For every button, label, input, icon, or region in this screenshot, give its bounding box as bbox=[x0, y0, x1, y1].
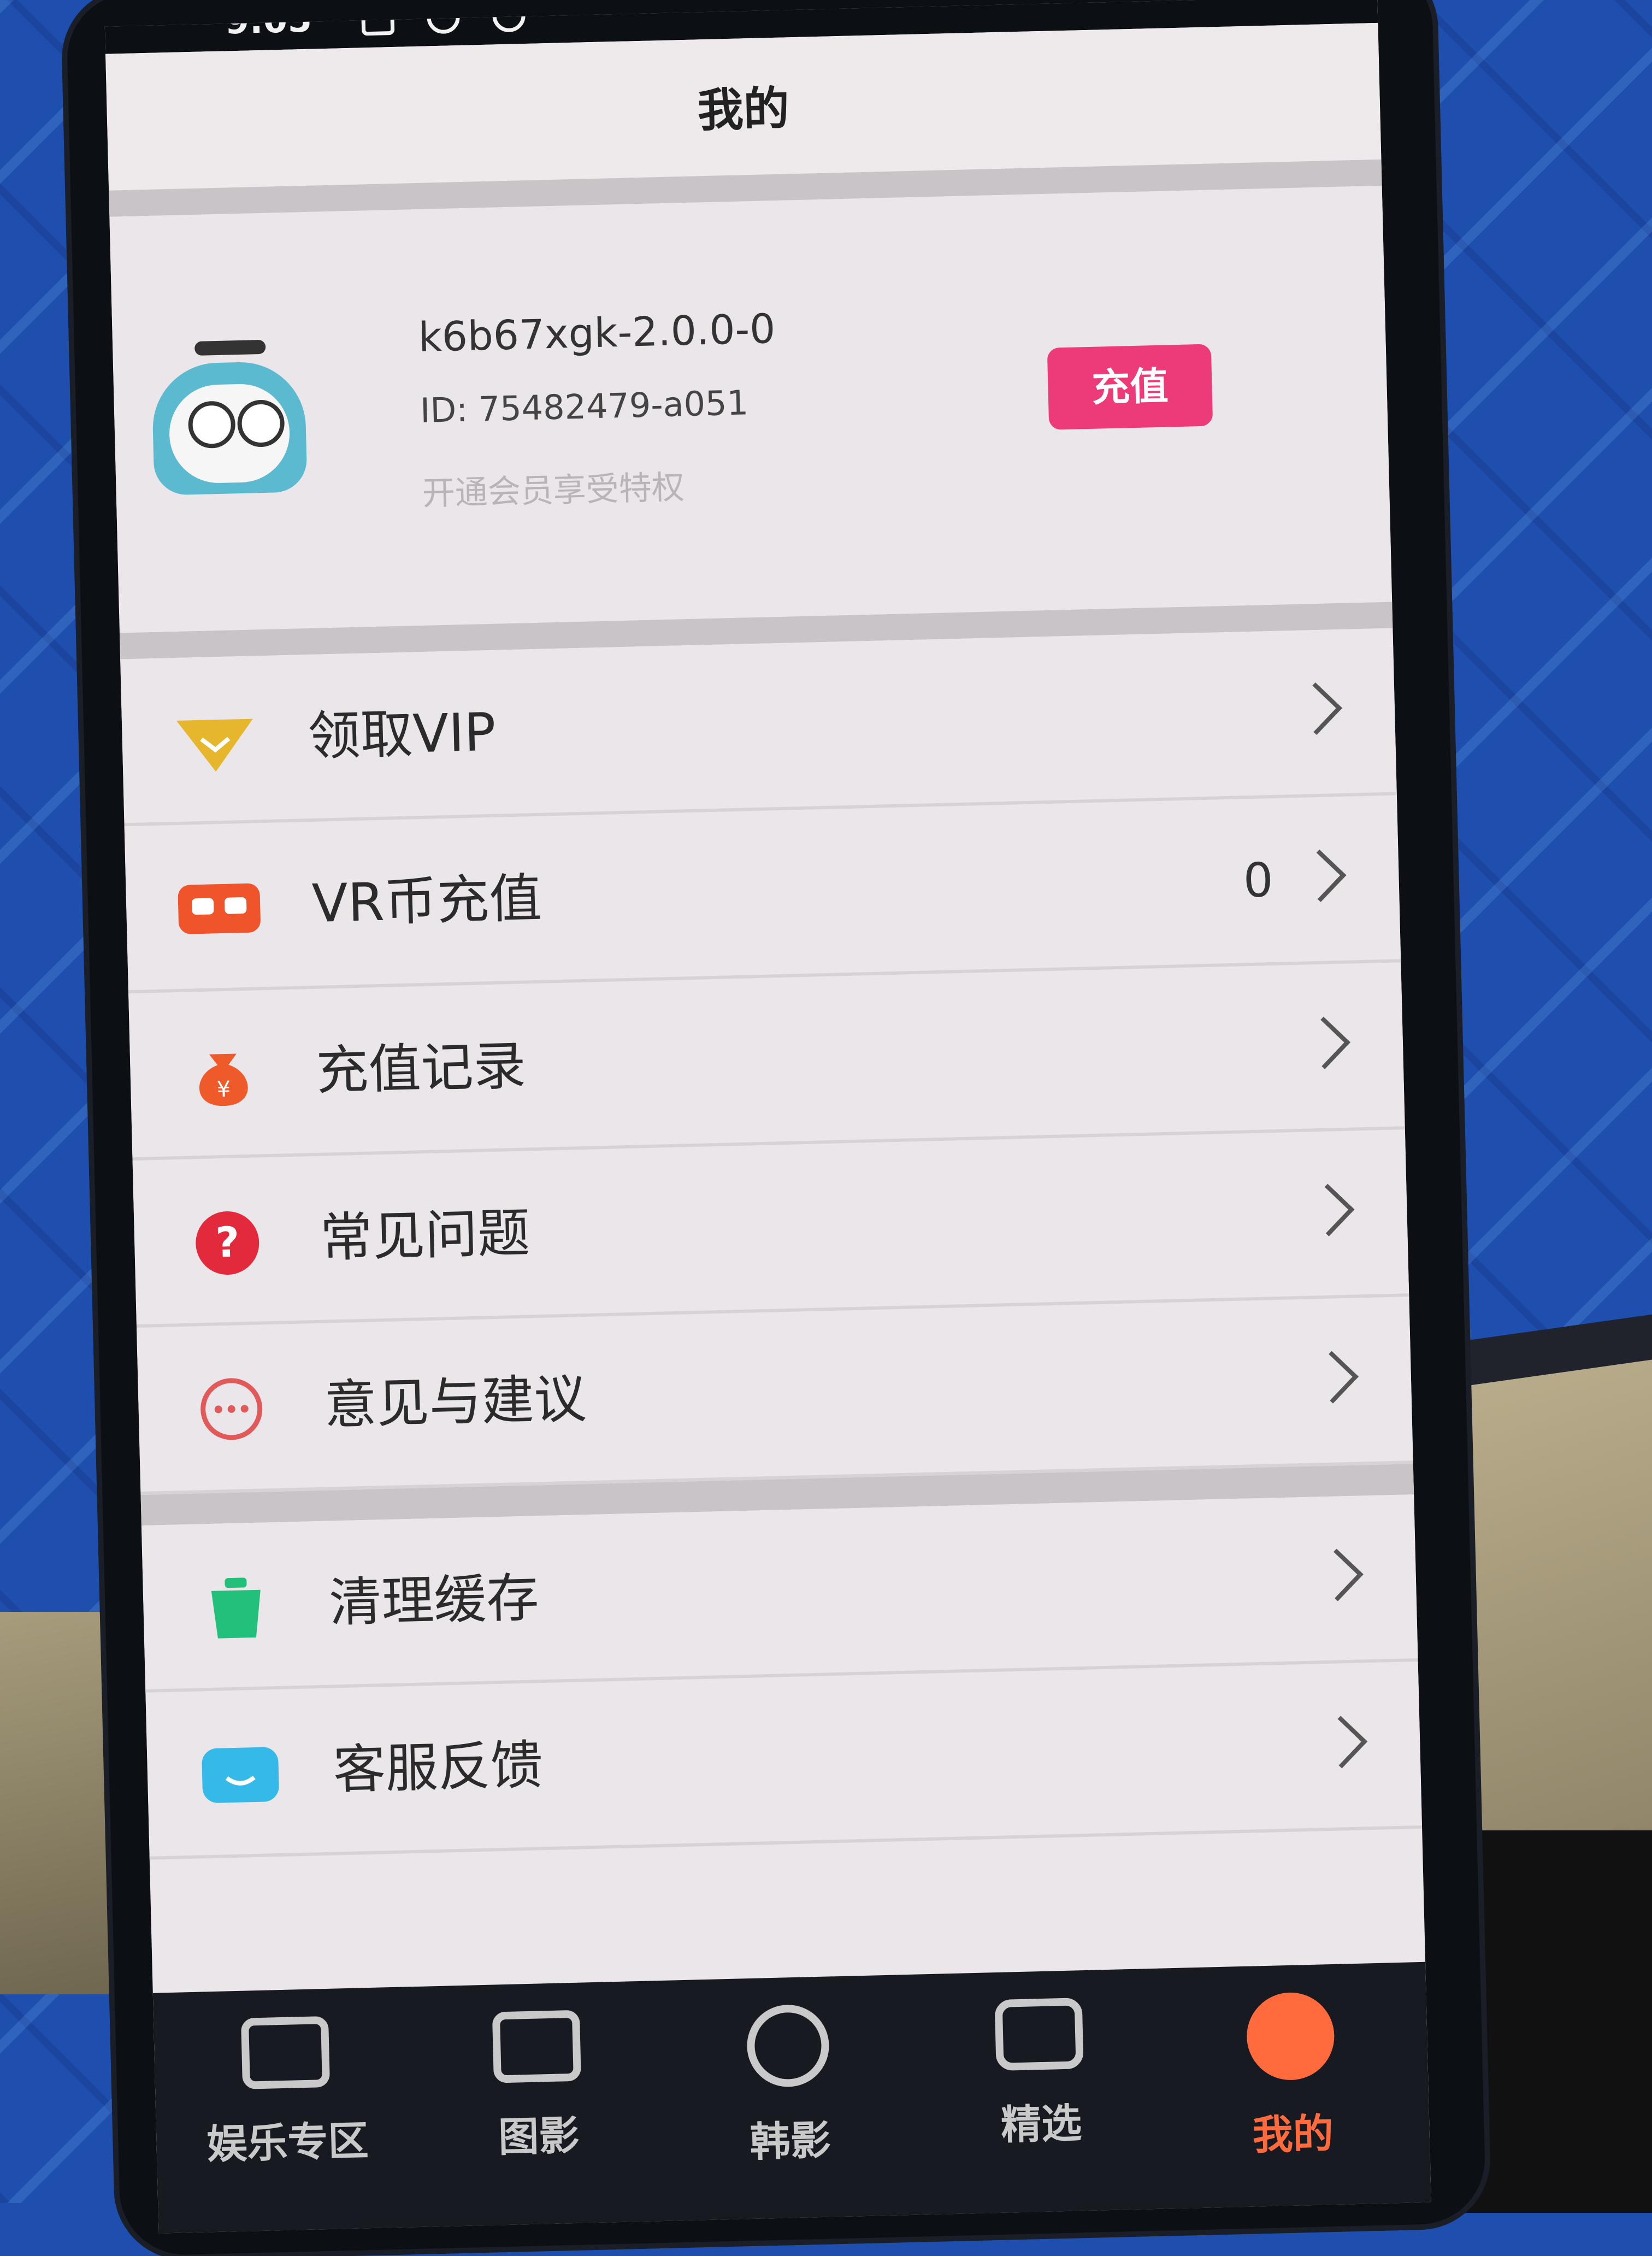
svg-text:?: ? bbox=[215, 1217, 240, 1267]
menu-item-faq[interactable]: ? 常见问题 bbox=[132, 1129, 1409, 1328]
vr-coin-balance: 0 bbox=[1242, 853, 1274, 909]
film-reel-icon bbox=[746, 2004, 830, 2088]
menu-item-label: 意见与建议 bbox=[323, 1368, 587, 1436]
chevron-right-icon bbox=[1294, 849, 1347, 902]
user-profile-icon bbox=[1246, 1991, 1336, 2081]
user-id: ID: 75482479-a051 bbox=[420, 382, 749, 431]
tab-label: 娱乐专区 bbox=[206, 2117, 369, 2169]
menu-item-feedback[interactable]: 意见与建议 bbox=[137, 1297, 1413, 1495]
avatar[interactable] bbox=[134, 338, 324, 506]
app-status-icon bbox=[492, 0, 526, 33]
svg-text:¥: ¥ bbox=[216, 1077, 231, 1103]
diamond-icon bbox=[176, 718, 253, 772]
vr-glasses-icon bbox=[178, 883, 261, 934]
tab-label: 我的 bbox=[1252, 2110, 1334, 2159]
tab-label: 图影 bbox=[498, 2112, 580, 2161]
image-status-icon bbox=[361, 2, 395, 36]
menu-item-label: 常见问题 bbox=[319, 1202, 531, 1269]
trash-bin-icon bbox=[211, 1577, 261, 1639]
bottom-tab-bar: 娱乐专区 图影 韩影 精选 我的 bbox=[152, 1962, 1431, 2234]
menu-item-vr-coin-recharge[interactable]: VR币充值 0 bbox=[124, 795, 1401, 994]
tab-label: 韩影 bbox=[749, 2117, 831, 2166]
tab-mine[interactable]: 我的 bbox=[1180, 1990, 1402, 2163]
page-title: 我的 bbox=[697, 81, 790, 138]
status-time: 9:05 bbox=[224, 0, 312, 43]
chevron-right-icon bbox=[1311, 1548, 1364, 1601]
menu-item-label: 充值记录 bbox=[315, 1035, 527, 1102]
vr-headset-icon bbox=[240, 2016, 331, 2089]
tab-label: 精选 bbox=[1000, 2100, 1083, 2149]
menu-item-label: 清理缓存 bbox=[328, 1567, 540, 1634]
menu-item-clear-cache[interactable]: 清理缓存 bbox=[141, 1494, 1418, 1693]
star-badge-icon bbox=[994, 1998, 1084, 2071]
customer-service-icon bbox=[202, 1747, 279, 1803]
question-icon: ? bbox=[196, 1211, 259, 1275]
chevron-right-icon bbox=[1306, 1351, 1359, 1404]
money-bag-icon: ¥ bbox=[199, 1053, 248, 1106]
menu-item-recharge-history[interactable]: ¥ 充值记录 bbox=[128, 962, 1405, 1161]
profile-card: k6b67xgk-2.0.0-0 ID: 75482479-a051 开通会员享… bbox=[109, 186, 1392, 611]
avatar-propeller bbox=[194, 339, 266, 356]
menu-item-label: VR币充值 bbox=[311, 867, 542, 935]
chevron-right-icon bbox=[1302, 1183, 1355, 1236]
tab-featured[interactable]: 精选 bbox=[929, 1996, 1152, 2153]
tab-entertainment[interactable]: 娱乐专区 bbox=[175, 2015, 398, 2171]
menu-item-label: 客服反馈 bbox=[332, 1734, 544, 1801]
username: k6b67xgk-2.0.0-0 bbox=[417, 305, 776, 361]
phone-frame: 9:05 我的 k6b67xgk-2.0.0-0 ID: 75482479-a0… bbox=[66, 0, 1486, 2256]
tab-korean-films[interactable]: 韩影 bbox=[678, 2002, 900, 2170]
chevron-right-icon bbox=[1289, 682, 1343, 735]
phone-screen: 9:05 我的 k6b67xgk-2.0.0-0 ID: 75482479-a0… bbox=[104, 0, 1431, 2234]
menu-item-label: 领取VIP bbox=[307, 701, 497, 768]
tab-images[interactable]: 图影 bbox=[427, 2008, 649, 2165]
image-icon bbox=[492, 2010, 581, 2083]
google-status-icon bbox=[426, 0, 461, 34]
menu-list: 领取VIP VR币充值 0 ¥ 充值记录 ? 常见问题 意见与建议 清理缓存 客… bbox=[119, 602, 1423, 1860]
menu-item-get-vip[interactable]: 领取VIP bbox=[120, 628, 1397, 827]
chat-bubble-icon bbox=[200, 1378, 263, 1440]
chevron-right-icon bbox=[1315, 1716, 1368, 1769]
recharge-button[interactable]: 充值 bbox=[1047, 344, 1213, 430]
vip-hint[interactable]: 开通会员享受特权 bbox=[422, 461, 685, 515]
menu-item-customer-service[interactable]: 客服反馈 bbox=[145, 1661, 1423, 1860]
chevron-right-icon bbox=[1297, 1016, 1350, 1069]
